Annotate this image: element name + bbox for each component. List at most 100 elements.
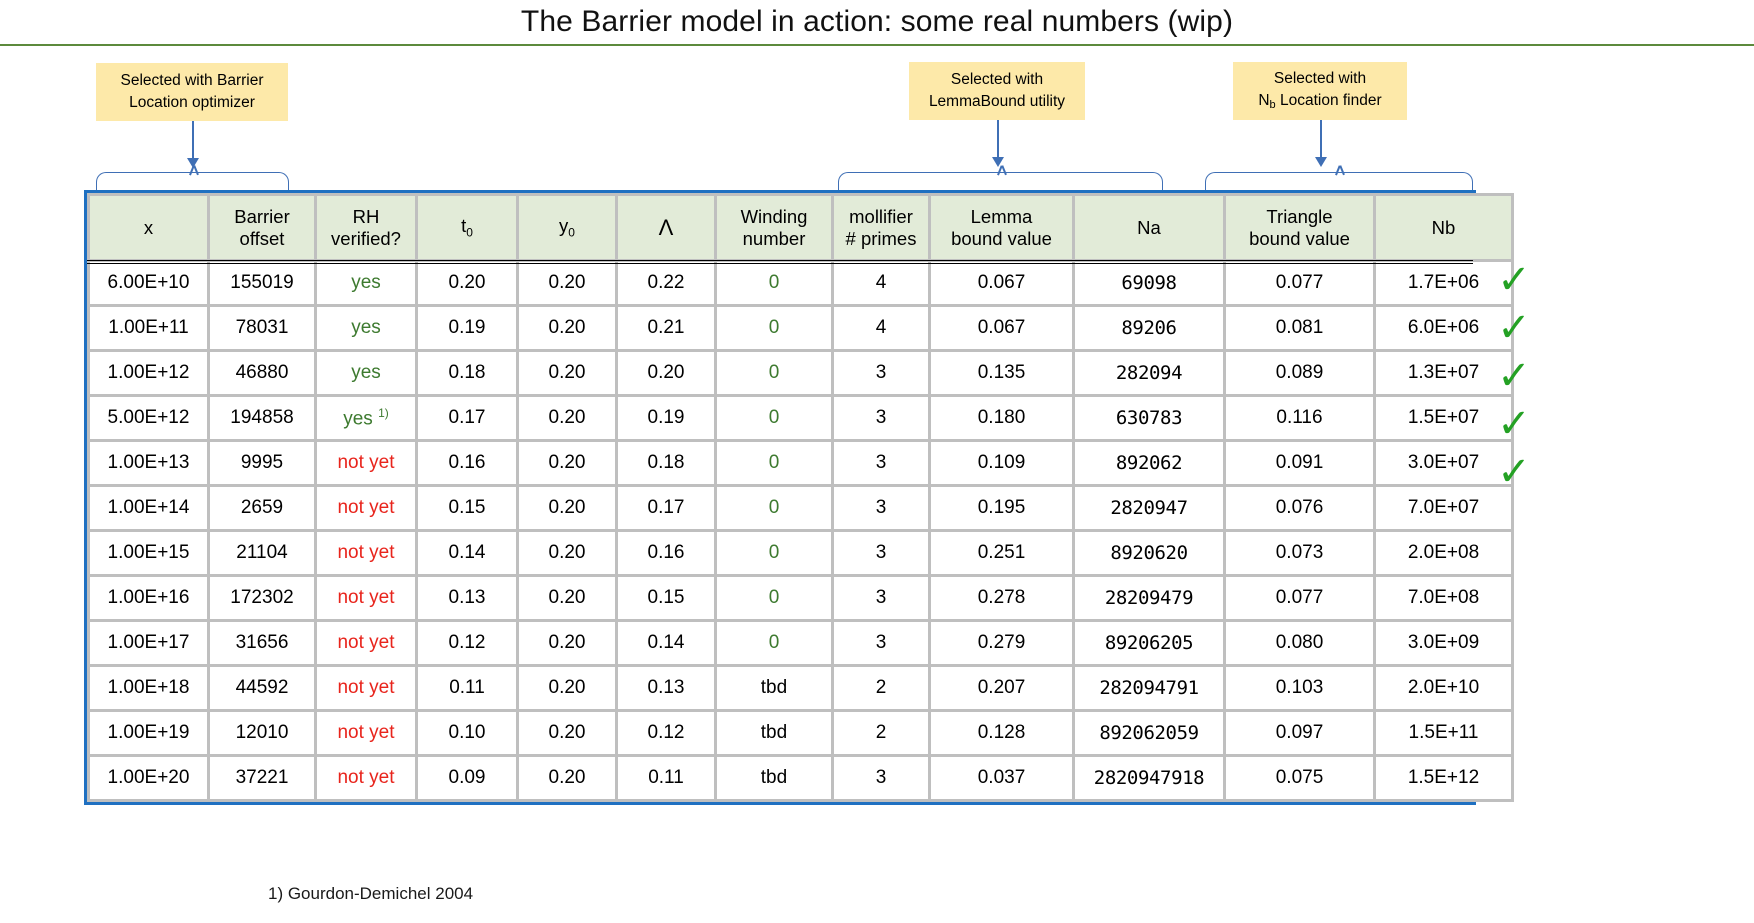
row-verified-check-icon xyxy=(1484,690,1544,738)
header-subscript: 0 xyxy=(568,225,575,240)
cell-rh-verified: not yet xyxy=(317,622,415,664)
row-verified-check-icon: ✓ xyxy=(1497,353,1531,399)
cell-mollifier-primes: 3 xyxy=(834,397,928,439)
header-text: Lemma xyxy=(970,205,1033,227)
cell-winding-number: tbd xyxy=(717,667,831,709)
cell-lemma-bound-value: 0.278 xyxy=(931,577,1072,619)
cell-barrier-offset: 12010 xyxy=(210,712,314,754)
cell-triangle-bound-value: 0.089 xyxy=(1226,352,1373,394)
cell-t0: 0.18 xyxy=(418,352,516,394)
header-text-2: verified? xyxy=(331,227,401,249)
col-header-barrier-offset[interactable]: Barrier offset xyxy=(210,196,314,259)
header-text: Winding xyxy=(740,205,808,227)
cell-barrier-offset: 37221 xyxy=(210,757,314,799)
col-header-t0[interactable]: t0 xyxy=(418,196,516,259)
connector-arrow-3 xyxy=(1314,120,1328,168)
cell-mollifier-primes: 2 xyxy=(834,667,928,709)
cell-rh-verified: yes xyxy=(317,307,415,349)
cell-mollifier-primes: 3 xyxy=(834,577,928,619)
cell-mollifier-primes: 3 xyxy=(834,532,928,574)
header-text: Barrier xyxy=(234,205,290,227)
col-header-winding-number[interactable]: Winding number xyxy=(717,196,831,259)
row-verified-check-icon: ✓ xyxy=(1497,305,1531,351)
cell-barrier-offset: 172302 xyxy=(210,577,314,619)
cell-y0: 0.20 xyxy=(519,757,615,799)
cell-winding-number: 0 xyxy=(717,397,831,439)
cell-barrier-offset: 194858 xyxy=(210,397,314,439)
cell-lambda: 0.19 xyxy=(618,397,714,439)
col-header-na[interactable]: Na xyxy=(1075,196,1223,259)
data-table: x Barrier offset RH verified? t0 y0 Λ Wind… xyxy=(87,193,1514,802)
cell-winding-number: 0 xyxy=(717,307,831,349)
row-verified-check-icon xyxy=(1484,786,1544,834)
table-row: 1.00E+17 31656 not yet 0.12 0.20 0.14 0 3 0.279 8… xyxy=(90,622,1511,664)
header-text: y xyxy=(559,215,569,237)
row-verified-check-icon xyxy=(1484,594,1544,642)
header-text-2: bound value xyxy=(951,227,1052,249)
cell-triangle-bound-value: 0.081 xyxy=(1226,307,1373,349)
cell-triangle-bound-value: 0.097 xyxy=(1226,712,1373,754)
col-header-x[interactable]: x xyxy=(90,196,207,259)
cell-winding-number: 0 xyxy=(717,487,831,529)
callout-line-2: Nb Location finder xyxy=(1258,90,1381,114)
cell-y0: 0.20 xyxy=(519,307,615,349)
cell-mollifier-primes: 4 xyxy=(834,262,928,304)
cell-winding-number: 0 xyxy=(717,577,831,619)
cell-lambda: 0.22 xyxy=(618,262,714,304)
cell-winding-number: tbd xyxy=(717,757,831,799)
cell-x: 1.00E+20 xyxy=(90,757,207,799)
header-text-2: number xyxy=(742,227,806,249)
cell-na: 2820947 xyxy=(1075,487,1223,529)
callout-line-2: LemmaBound utility xyxy=(928,93,1066,110)
cell-y0: 0.20 xyxy=(519,487,615,529)
cell-rh-verified: yes xyxy=(317,262,415,304)
cell-barrier-offset: 46880 xyxy=(210,352,314,394)
title-divider xyxy=(0,44,1754,46)
col-header-lambda[interactable]: Λ xyxy=(618,196,714,259)
callout-barrier-location-optimizer: Selected with Barrier Location optimizer xyxy=(96,63,288,121)
cell-lambda: 0.20 xyxy=(618,352,714,394)
callout-lemmabound-utility: Selected with LemmaBound utility xyxy=(909,62,1085,120)
cell-lemma-bound-value: 0.207 xyxy=(931,667,1072,709)
cell-rh-verified: yes xyxy=(317,352,415,394)
cell-mollifier-primes: 3 xyxy=(834,487,928,529)
cell-triangle-bound-value: 0.091 xyxy=(1226,442,1373,484)
table-row: 1.00E+18 44592 not yet 0.11 0.20 0.13 tbd 2 0.20… xyxy=(90,667,1511,709)
callout-nb-location-finder: Selected with Nb Location finder xyxy=(1233,62,1407,120)
cell-t0: 0.20 xyxy=(418,262,516,304)
cell-na: 892062 xyxy=(1075,442,1223,484)
header-text: x xyxy=(143,216,154,238)
col-header-lemma-bound-value[interactable]: Lemma bound value xyxy=(931,196,1072,259)
cell-t0: 0.10 xyxy=(418,712,516,754)
header-row: x Barrier offset RH verified? t0 y0 Λ Wind… xyxy=(90,196,1511,259)
cell-x: 6.00E+10 xyxy=(90,262,207,304)
header-text-2: offset xyxy=(239,227,285,249)
col-header-nb[interactable]: Nb xyxy=(1376,196,1511,259)
cell-barrier-offset: 78031 xyxy=(210,307,314,349)
cell-lemma-bound-value: 0.135 xyxy=(931,352,1072,394)
table-row: 1.00E+20 37221 not yet 0.09 0.20 0.11 tbd 3 0.03… xyxy=(90,757,1511,799)
cell-lambda: 0.17 xyxy=(618,487,714,529)
table-row: 6.00E+10 155019 yes 0.20 0.20 0.22 0 4 0.067 6909… xyxy=(90,262,1511,304)
cell-na: 89206205 xyxy=(1075,622,1223,664)
cell-na: 892062059 xyxy=(1075,712,1223,754)
cell-t0: 0.16 xyxy=(418,442,516,484)
cell-y0: 0.20 xyxy=(519,712,615,754)
cell-rh-verified: not yet xyxy=(317,487,415,529)
col-header-mollifier-primes[interactable]: mollifier # primes xyxy=(834,196,928,259)
cell-winding-number: 0 xyxy=(717,352,831,394)
cell-lemma-bound-value: 0.195 xyxy=(931,487,1072,529)
cell-na: 69098 xyxy=(1075,262,1223,304)
cell-y0: 0.20 xyxy=(519,622,615,664)
col-header-rh-verified[interactable]: RH verified? xyxy=(317,196,415,259)
col-header-triangle-bound-value[interactable]: Triangle bound value xyxy=(1226,196,1373,259)
col-header-y0[interactable]: y0 xyxy=(519,196,615,259)
cell-lambda: 0.21 xyxy=(618,307,714,349)
brace-notch xyxy=(1000,165,1007,176)
cell-lemma-bound-value: 0.037 xyxy=(931,757,1072,799)
cell-triangle-bound-value: 0.073 xyxy=(1226,532,1373,574)
header-text: RH xyxy=(352,205,380,227)
cell-x: 1.00E+11 xyxy=(90,307,207,349)
table-row: 1.00E+12 46880 yes 0.18 0.20 0.20 0 3 0.135 28209… xyxy=(90,352,1511,394)
cell-t0: 0.15 xyxy=(418,487,516,529)
